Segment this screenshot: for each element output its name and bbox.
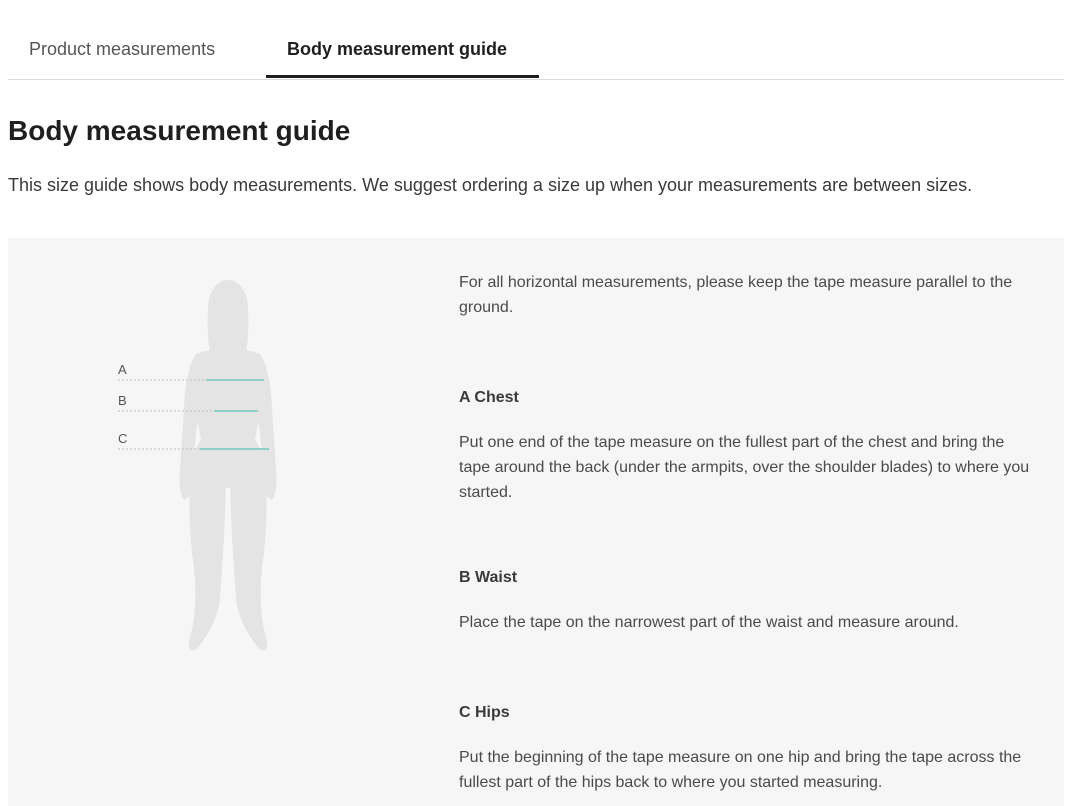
tab-product-measurements[interactable]: Product measurements	[29, 38, 215, 78]
measurement-instructions: For all horizontal measurements, please …	[459, 270, 1039, 795]
chest-text: Put one end of the tape measure on the f…	[459, 434, 1030, 501]
waist-title: B Waist	[459, 569, 518, 586]
body-silhouette-illustration: A B C	[118, 280, 277, 651]
silhouette	[179, 280, 277, 651]
body-figure: A B C	[108, 268, 308, 668]
active-tab-indicator	[266, 75, 539, 78]
intro-text: This size guide shows body measurements.…	[8, 175, 973, 195]
tab-body-measurement-guide[interactable]: Body measurement guide	[287, 38, 507, 78]
page-title: Body measurement guide	[8, 115, 351, 146]
tab-bar: Product measurements Body measurement gu…	[8, 0, 1064, 80]
measurement-panel: A B C For all horizontal measurements, p…	[8, 238, 1064, 806]
label-c: C	[118, 431, 127, 446]
hips-title: C Hips	[459, 704, 510, 721]
hips-text: Put the beginning of the tape measure on…	[459, 749, 1022, 791]
waist-text: Place the tape on the narrowest part of …	[459, 614, 959, 631]
label-b: B	[118, 393, 127, 408]
chest-title: A Chest	[459, 389, 519, 406]
horizontal-note: For all horizontal measurements, please …	[459, 274, 1013, 316]
label-a: A	[118, 362, 127, 377]
